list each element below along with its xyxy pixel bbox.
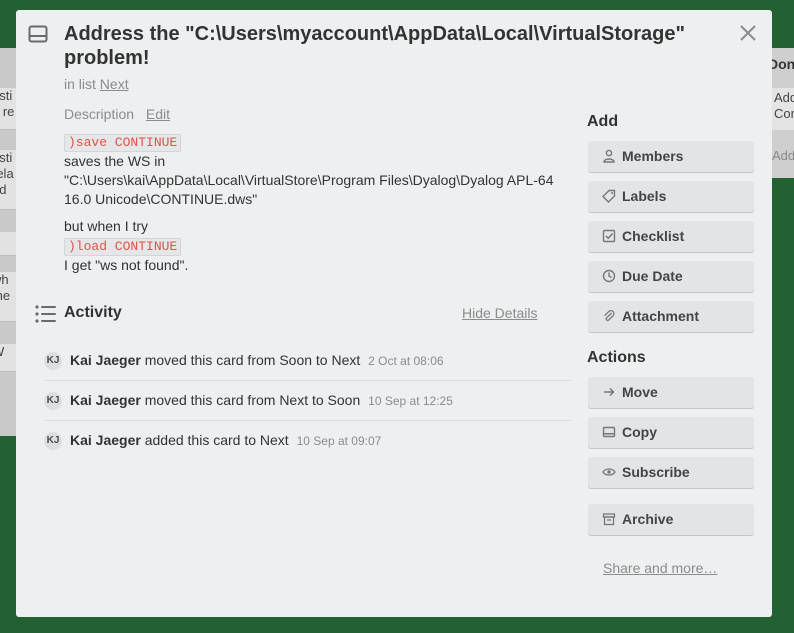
labels-button[interactable]: Labels [588,181,754,212]
checkbox-icon [602,229,616,242]
card-detail-modal: Address the "C:\Users\myaccount\AppData\… [16,10,772,617]
attachment-button[interactable]: Attachment [588,301,754,332]
activity-text: Kai Jaeger moved this card from Next to … [70,392,453,408]
tag-icon [602,189,616,203]
activity-action: added this card to Next [144,432,289,448]
arrow-right-icon [604,387,615,396]
background-card-text: rela [0,166,14,181]
background-card-text: esti [0,150,13,165]
activity-date[interactable]: 10 Sep at 09:07 [297,434,382,448]
background-card-text: W [0,344,4,359]
activity-list-icon [35,305,56,323]
activity-text: Kai Jaeger moved this card from Soon to … [70,352,444,368]
archive-button[interactable]: Archive [588,504,754,535]
activity-action: moved this card from Next to Soon [144,392,361,408]
description-text: but when I try [64,218,149,234]
in-list-info: in list Next [64,76,129,92]
copy-label: Copy [622,424,657,440]
list-name-link[interactable]: Next [100,76,129,92]
background-card-text: wh [0,272,9,287]
avatar[interactable]: KJ [44,352,62,370]
close-icon[interactable] [738,23,758,43]
labels-label: Labels [622,188,667,204]
edit-description-link[interactable]: Edit [146,106,170,122]
background-card-text: nd [0,182,6,197]
paperclip-icon [604,309,615,321]
activity-title: Activity [64,304,122,321]
activity-date[interactable]: 10 Sep at 12:25 [368,394,453,408]
avatar[interactable]: KJ [44,392,62,410]
archive-icon [602,513,616,525]
avatar[interactable]: KJ [44,432,62,450]
attachment-label: Attachment [622,308,700,324]
activity-item: KJ Kai Jaeger moved this card from Next … [44,380,572,421]
clock-icon [602,269,616,282]
in-list-prefix: in list [64,76,96,92]
inline-code: )load CONTINUE [64,238,182,256]
activity-text: Kai Jaeger added this card to Next 10 Se… [70,432,381,448]
hide-details-link[interactable]: Hide Details [462,305,537,321]
members-label: Members [622,148,684,164]
description-heading: Description [64,106,135,122]
archive-label: Archive [622,511,674,527]
background-add-card[interactable]: Add [772,148,794,163]
background-card-text: n re [0,104,15,119]
subscribe-label: Subscribe [622,464,690,480]
copy-button[interactable]: Copy [588,417,754,448]
description-header: Description Edit [64,106,170,122]
description-body: )save CONTINUE saves the WS in "C:\Users… [64,132,564,275]
move-button[interactable]: Move [588,377,754,408]
card-title[interactable]: Address the "C:\Users\myaccount\AppData\… [64,22,714,70]
checklist-button[interactable]: Checklist [588,221,754,252]
person-icon [603,149,615,163]
due-date-button[interactable]: Due Date [588,261,754,292]
activity-user[interactable]: Kai Jaeger [70,352,141,368]
activity-item: KJ Kai Jaeger added this card to Next 10… [44,420,572,460]
add-heading: Add [587,113,619,130]
copy-icon [602,426,616,437]
description-text: "C:\Users\kai\AppData\Local\VirtualStore… [64,172,554,207]
subscribe-button[interactable]: Subscribe [588,457,754,488]
share-and-more-link[interactable]: Share and more… [603,560,717,576]
activity-item: KJ Kai Jaeger moved this card from Soon … [44,340,572,381]
card-icon [28,25,48,43]
activity-date[interactable]: 2 Oct at 08:06 [368,354,443,368]
due-date-label: Due Date [622,268,683,284]
activity-user[interactable]: Kai Jaeger [70,392,141,408]
inline-code: )save CONTINUE [64,134,182,152]
background-card[interactable]: Add Con [772,88,794,130]
activity-action: moved this card from Soon to Next [144,352,361,368]
actions-heading: Actions [587,349,646,366]
eye-icon [602,468,616,476]
checklist-label: Checklist [622,228,685,244]
background-card-text: esti [0,88,13,103]
move-label: Move [622,384,658,400]
members-button[interactable]: Members [588,141,754,172]
description-text: I get "ws not found". [64,257,189,273]
description-text: saves the WS in [64,153,166,169]
activity-user[interactable]: Kai Jaeger [70,432,141,448]
background-card-text: the [0,288,11,303]
